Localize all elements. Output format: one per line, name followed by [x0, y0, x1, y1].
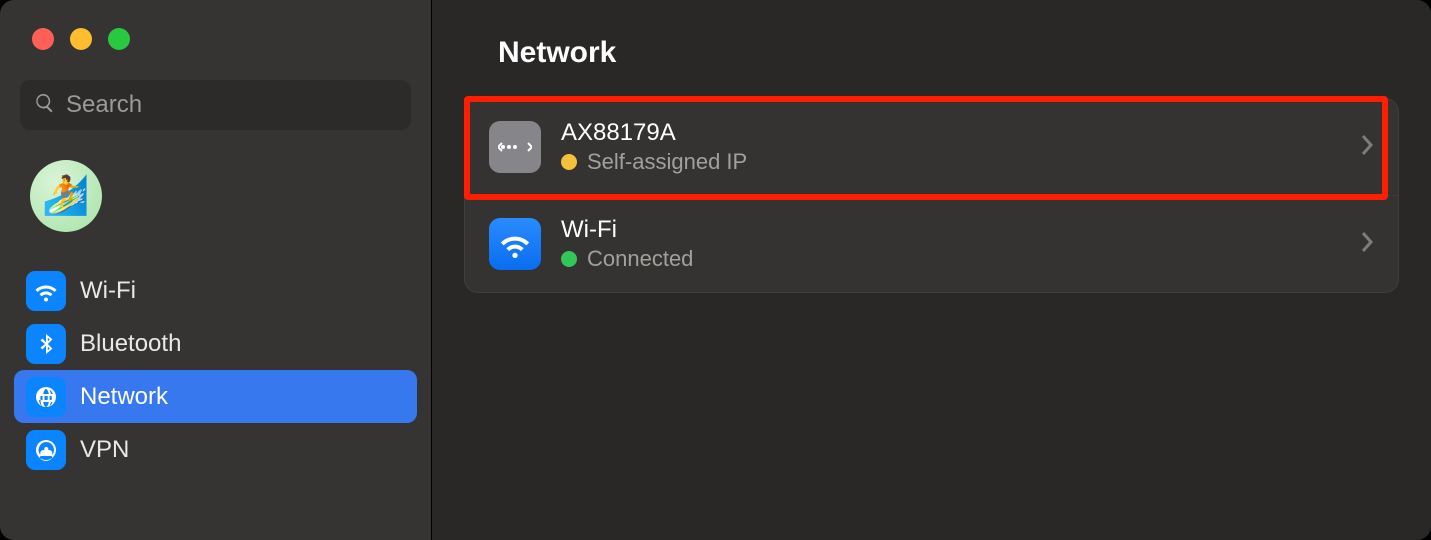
interface-name: Wi-Fi — [561, 216, 693, 244]
window-controls — [32, 28, 130, 50]
interface-name: AX88179A — [561, 119, 747, 147]
interface-text: Wi-Fi Connected — [561, 216, 693, 272]
main-content: Network AX88179A Self-assigned IP — [432, 0, 1431, 540]
account-row[interactable]: 🏄 — [30, 160, 411, 232]
sidebar: 🏄 Wi-Fi Bluetooth Network — [0, 0, 432, 540]
wifi-icon — [26, 271, 66, 311]
search-icon — [34, 92, 56, 119]
sidebar-item-wifi[interactable]: Wi-Fi — [14, 264, 417, 317]
search-field[interactable] — [20, 80, 411, 130]
globe-icon — [26, 377, 66, 417]
chevron-right-icon — [1360, 134, 1374, 161]
vpn-icon — [26, 430, 66, 470]
sidebar-item-vpn[interactable]: VPN — [14, 423, 417, 476]
sidebar-item-label: VPN — [80, 436, 129, 464]
bluetooth-icon — [26, 324, 66, 364]
sidebar-item-bluetooth[interactable]: Bluetooth — [14, 317, 417, 370]
interface-row-ethernet[interactable]: AX88179A Self-assigned IP — [465, 99, 1398, 195]
interface-row-wifi[interactable]: Wi-Fi Connected — [465, 195, 1398, 292]
sidebar-nav: Wi-Fi Bluetooth Network VPN — [0, 264, 431, 476]
interface-status: Self-assigned IP — [587, 149, 747, 175]
sidebar-item-label: Network — [80, 383, 168, 411]
sidebar-item-label: Bluetooth — [80, 330, 181, 358]
interfaces-list: AX88179A Self-assigned IP Wi-Fi — [464, 98, 1399, 293]
interface-status: Connected — [587, 246, 693, 272]
close-button[interactable] — [32, 28, 54, 50]
interface-text: AX88179A Self-assigned IP — [561, 119, 747, 175]
sidebar-item-label: Wi-Fi — [80, 277, 136, 305]
search-input[interactable] — [66, 91, 397, 119]
chevron-right-icon — [1360, 231, 1374, 258]
settings-window: 🏄 Wi-Fi Bluetooth Network — [0, 0, 1431, 540]
sidebar-item-network[interactable]: Network — [14, 370, 417, 423]
avatar: 🏄 — [30, 160, 102, 232]
status-dot — [561, 154, 577, 170]
minimize-button[interactable] — [70, 28, 92, 50]
status-dot — [561, 251, 577, 267]
page-title: Network — [498, 36, 1399, 70]
maximize-button[interactable] — [108, 28, 130, 50]
ethernet-icon — [489, 121, 541, 173]
wifi-icon — [489, 218, 541, 270]
